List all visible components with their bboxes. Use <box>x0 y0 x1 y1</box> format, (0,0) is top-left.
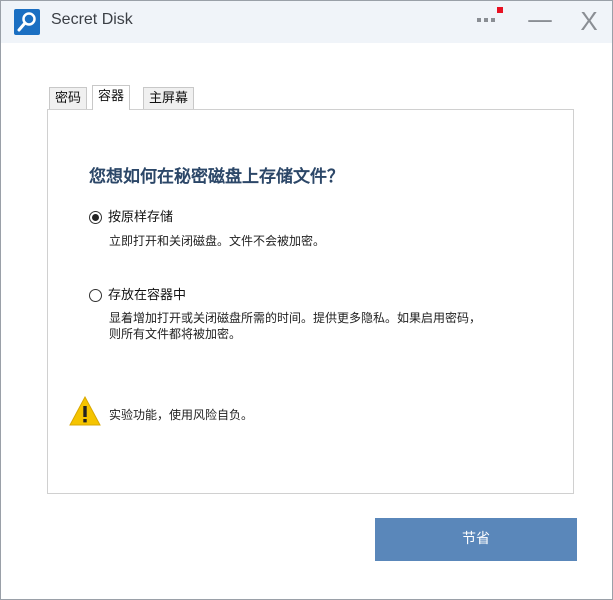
save-button[interactable]: 节省 <box>375 518 577 561</box>
tab-password[interactable]: 密码 <box>49 87 88 109</box>
notification-dot <box>497 7 503 13</box>
tab-home-screen[interactable]: 主屏幕 <box>143 87 195 109</box>
option-description: 立即打开和关闭磁盘。文件不会被加密。 <box>109 234 326 248</box>
option-store-in-container[interactable]: 存放在容器中 <box>89 284 186 303</box>
window-title: Secret Disk <box>51 11 133 28</box>
option-label: 存放在容器中 <box>108 288 187 303</box>
radio-store-as-is[interactable] <box>89 211 102 224</box>
title-bar[interactable]: Secret Disk — X <box>1 1 612 43</box>
tab-container[interactable]: 容器 <box>92 85 131 110</box>
option-description-line-2: 则所有文件都将被加密。 <box>109 327 242 341</box>
page-heading: 您想如何在秘密磁盘上存储文件？ <box>89 167 344 187</box>
warning-text: 实验功能，使用风险自负。 <box>109 408 254 422</box>
minimize-button[interactable]: — <box>526 7 554 33</box>
radio-store-in-container[interactable] <box>89 289 102 302</box>
app-window: Secret Disk — X 密码 容器 主屏幕 您想如何在秘密磁盘上存储文件… <box>0 0 613 600</box>
option-label: 按原样存储 <box>108 210 174 225</box>
option-description-line-1: 显着增加打开或关闭磁盘所需的时间。提供更多隐私。如果启用密码， <box>109 311 482 325</box>
close-button[interactable]: X <box>575 7 603 35</box>
app-logo-icon <box>14 9 40 35</box>
tab-panel: 您想如何在秘密磁盘上存储文件？ 按原样存储 立即打开和关闭磁盘。文件不会被加密。… <box>47 109 574 494</box>
option-store-as-is[interactable]: 按原样存储 <box>89 206 173 225</box>
menu-dots-icon[interactable] <box>477 7 505 27</box>
warning-icon <box>69 395 101 426</box>
